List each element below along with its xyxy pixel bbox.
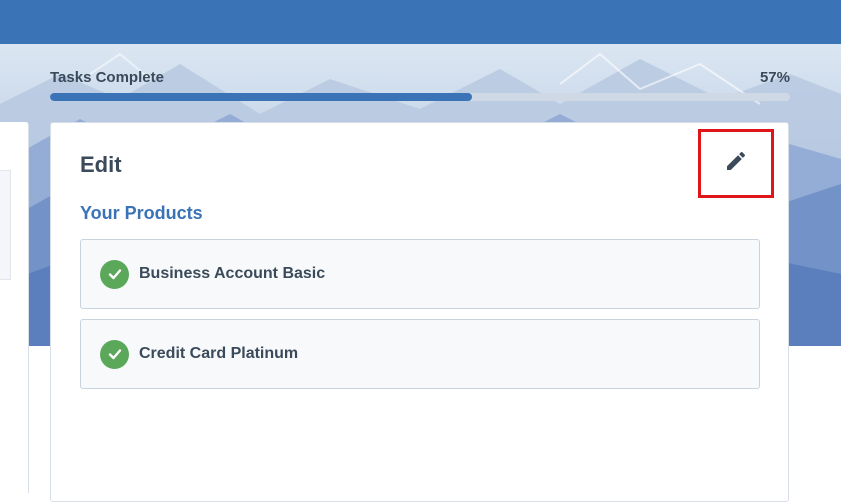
pencil-icon[interactable] [724,149,748,178]
progress-percent: 57% [759,69,790,86]
check-circle-icon [100,339,129,369]
product-item[interactable]: Business Account Basic [80,239,760,309]
progress-label: Tasks Complete [50,69,164,86]
left-panel-item [0,170,11,280]
check-circle-icon [100,259,129,289]
top-bar [0,0,841,44]
section-title: Your Products [80,203,203,223]
card-title: Edit [80,152,122,177]
progress-bar [50,93,790,101]
edit-card: Edit Your Products Business Account Basi… [50,122,789,502]
product-label: Credit Card Platinum [139,345,299,362]
product-item[interactable]: Credit Card Platinum [80,319,760,389]
edit-button[interactable] [698,129,774,198]
left-panel [0,122,29,493]
product-label: Business Account Basic [139,265,326,282]
progress-bar-fill [50,93,472,101]
product-list: Business Account Basic Credit Card Plati… [80,239,760,399]
